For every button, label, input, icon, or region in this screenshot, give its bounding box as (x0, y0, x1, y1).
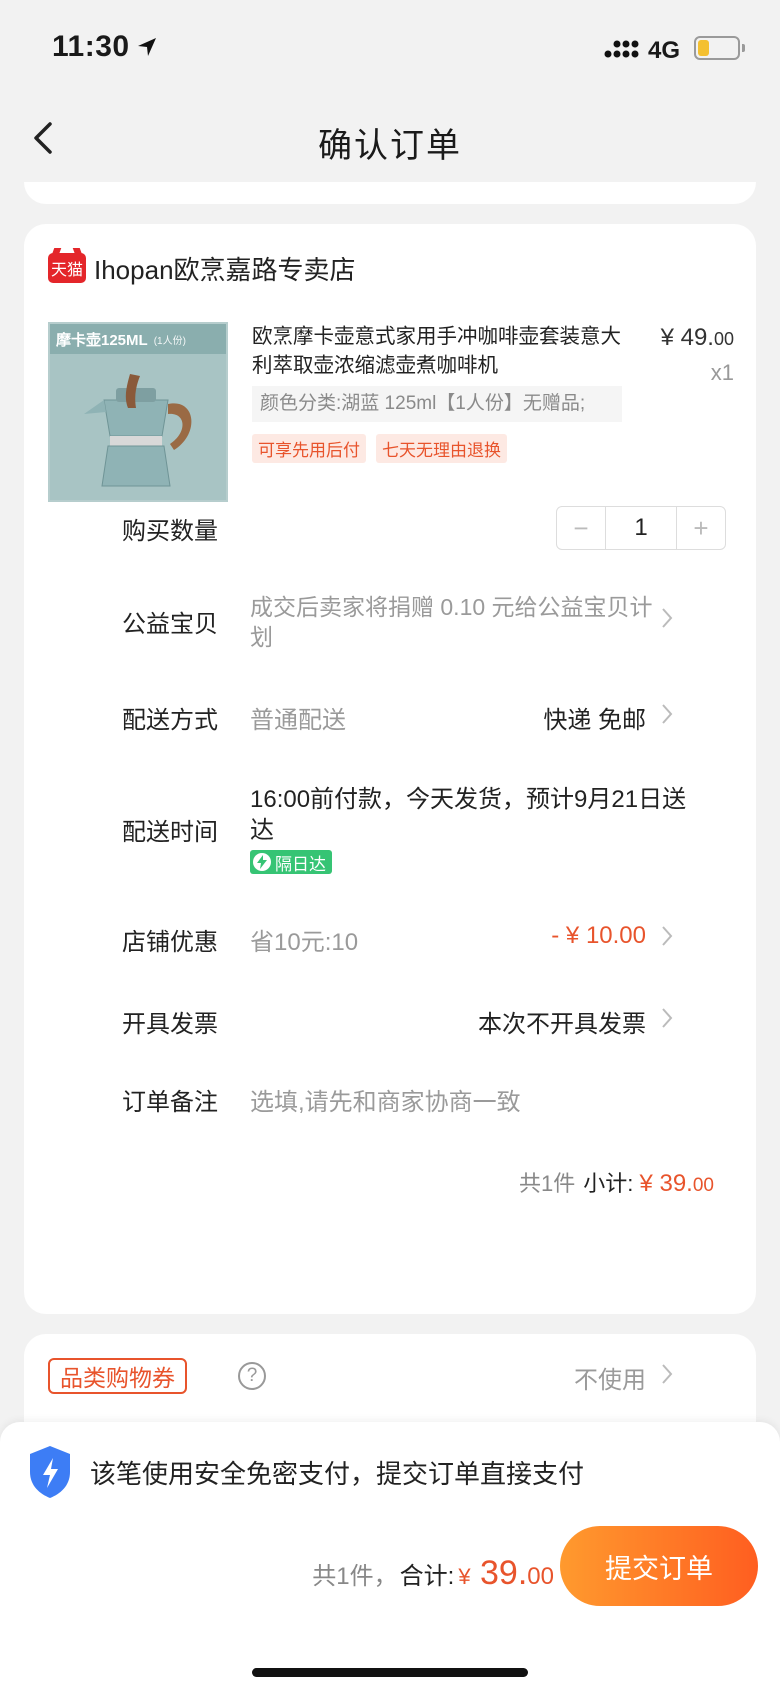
signal-icon (604, 40, 639, 58)
shipping-label: 配送方式 (122, 707, 218, 734)
shipping-method: 普通配送 (250, 707, 346, 734)
product-price: ¥ 49.00 (660, 324, 734, 351)
order-card: 天猫 Ihopan欧烹嘉路专卖店 摩卡壶125ML (1人份) 欧烹摩卡壶意式家… (24, 224, 756, 1314)
product-sku: 颜色分类:湖蓝 125ml【1人份】无赠品; (252, 386, 622, 422)
order-total: 共1件， 合计: ¥ 39.00 (312, 1554, 554, 1592)
network-type: 4G (648, 37, 681, 64)
delivery-time-label: 配送时间 (122, 819, 218, 846)
subtotal: 共1件 小计: ¥ 39.00 (518, 1170, 714, 1197)
location-arrow-icon (138, 38, 156, 56)
order-note-input[interactable]: 选填,请先和商家协商一致 (250, 1082, 521, 1117)
product-quantity: x1 (710, 360, 734, 385)
tag-seven-day-return: 七天无理由退换 (376, 434, 507, 463)
invoice-label: 开具发票 (122, 1011, 218, 1038)
checkout-bar: 该笔使用安全免密支付，提交订单直接支付 共1件， 合计: ¥ 39.00 提交订… (0, 1422, 780, 1688)
coupon-value[interactable]: 不使用 (574, 1360, 646, 1395)
secure-payment-notice: 该笔使用安全免密支付，提交订单直接支付 (26, 1444, 584, 1500)
home-indicator (252, 1668, 528, 1677)
submit-order-button[interactable]: 提交订单 (560, 1526, 758, 1606)
shop-discount-label: 店铺优惠 (122, 929, 218, 956)
shield-icon (30, 1446, 70, 1498)
product-title[interactable]: 欧烹摩卡壶意式家用手冲咖啡壶套装意大利萃取壶浓缩滤壶煮咖啡机 (252, 322, 622, 380)
shop-name: Ihopan欧烹嘉路专卖店 (94, 254, 356, 285)
product-image[interactable]: 摩卡壶125ML (1人份) (48, 322, 228, 502)
product-image-label: 摩卡壶125ML (1人份) (50, 324, 226, 354)
page-title: 确认订单 (318, 127, 462, 165)
shipping-fee[interactable]: 快递 免邮 (543, 700, 646, 735)
battery-icon (694, 36, 745, 60)
status-bar: 11:30 4G (0, 0, 780, 96)
next-day-badge: 隔日达 (250, 850, 332, 874)
tag-pay-later: 可享先用后付 (252, 434, 366, 463)
chevron-right-icon[interactable] (660, 924, 674, 948)
chevron-right-icon[interactable] (660, 1006, 674, 1030)
chevron-right-icon[interactable] (660, 702, 674, 726)
charity-text[interactable]: 成交后卖家将捐赠 0.10 元给公益宝贝计划 (250, 592, 660, 652)
help-icon[interactable]: ? (238, 1362, 266, 1390)
shop-discount-desc: 省10元:10 (250, 929, 359, 956)
product-price-block: ¥ 49.00 x1 (661, 324, 734, 386)
shop-header[interactable]: 天猫 Ihopan欧烹嘉路专卖店 (48, 250, 356, 286)
increase-button[interactable]: + (677, 507, 725, 549)
status-time: 11:30 (52, 30, 130, 63)
quantity-stepper: − 1 + (556, 506, 726, 550)
chevron-right-icon[interactable] (660, 606, 674, 630)
moka-pot-illustration (84, 374, 192, 487)
charity-label: 公益宝贝 (122, 611, 218, 638)
order-note-label: 订单备注 (122, 1089, 218, 1116)
chevron-right-icon[interactable] (660, 1362, 674, 1386)
decrease-button[interactable]: − (557, 507, 605, 549)
secure-payment-text: 该笔使用安全免密支付，提交订单直接支付 (90, 1458, 585, 1489)
tmall-badge: 天猫 (48, 253, 86, 283)
invoice-value[interactable]: 本次不开具发票 (478, 1004, 646, 1039)
shop-discount-amount[interactable]: - ¥ 10.00 (551, 922, 646, 950)
previous-card-edge (24, 182, 756, 204)
quantity-value[interactable]: 1 (605, 507, 677, 549)
product-tags: 可享先用后付 七天无理由退换 (252, 434, 507, 463)
quantity-label: 购买数量 (122, 518, 218, 545)
nav-bar: 确认订单 (0, 96, 780, 182)
category-coupon-tag: 品类购物券 (48, 1358, 187, 1394)
lightning-icon (253, 853, 271, 871)
delivery-time-text: 16:00前付款，今天发货，预计9月21日送达 (250, 786, 687, 844)
